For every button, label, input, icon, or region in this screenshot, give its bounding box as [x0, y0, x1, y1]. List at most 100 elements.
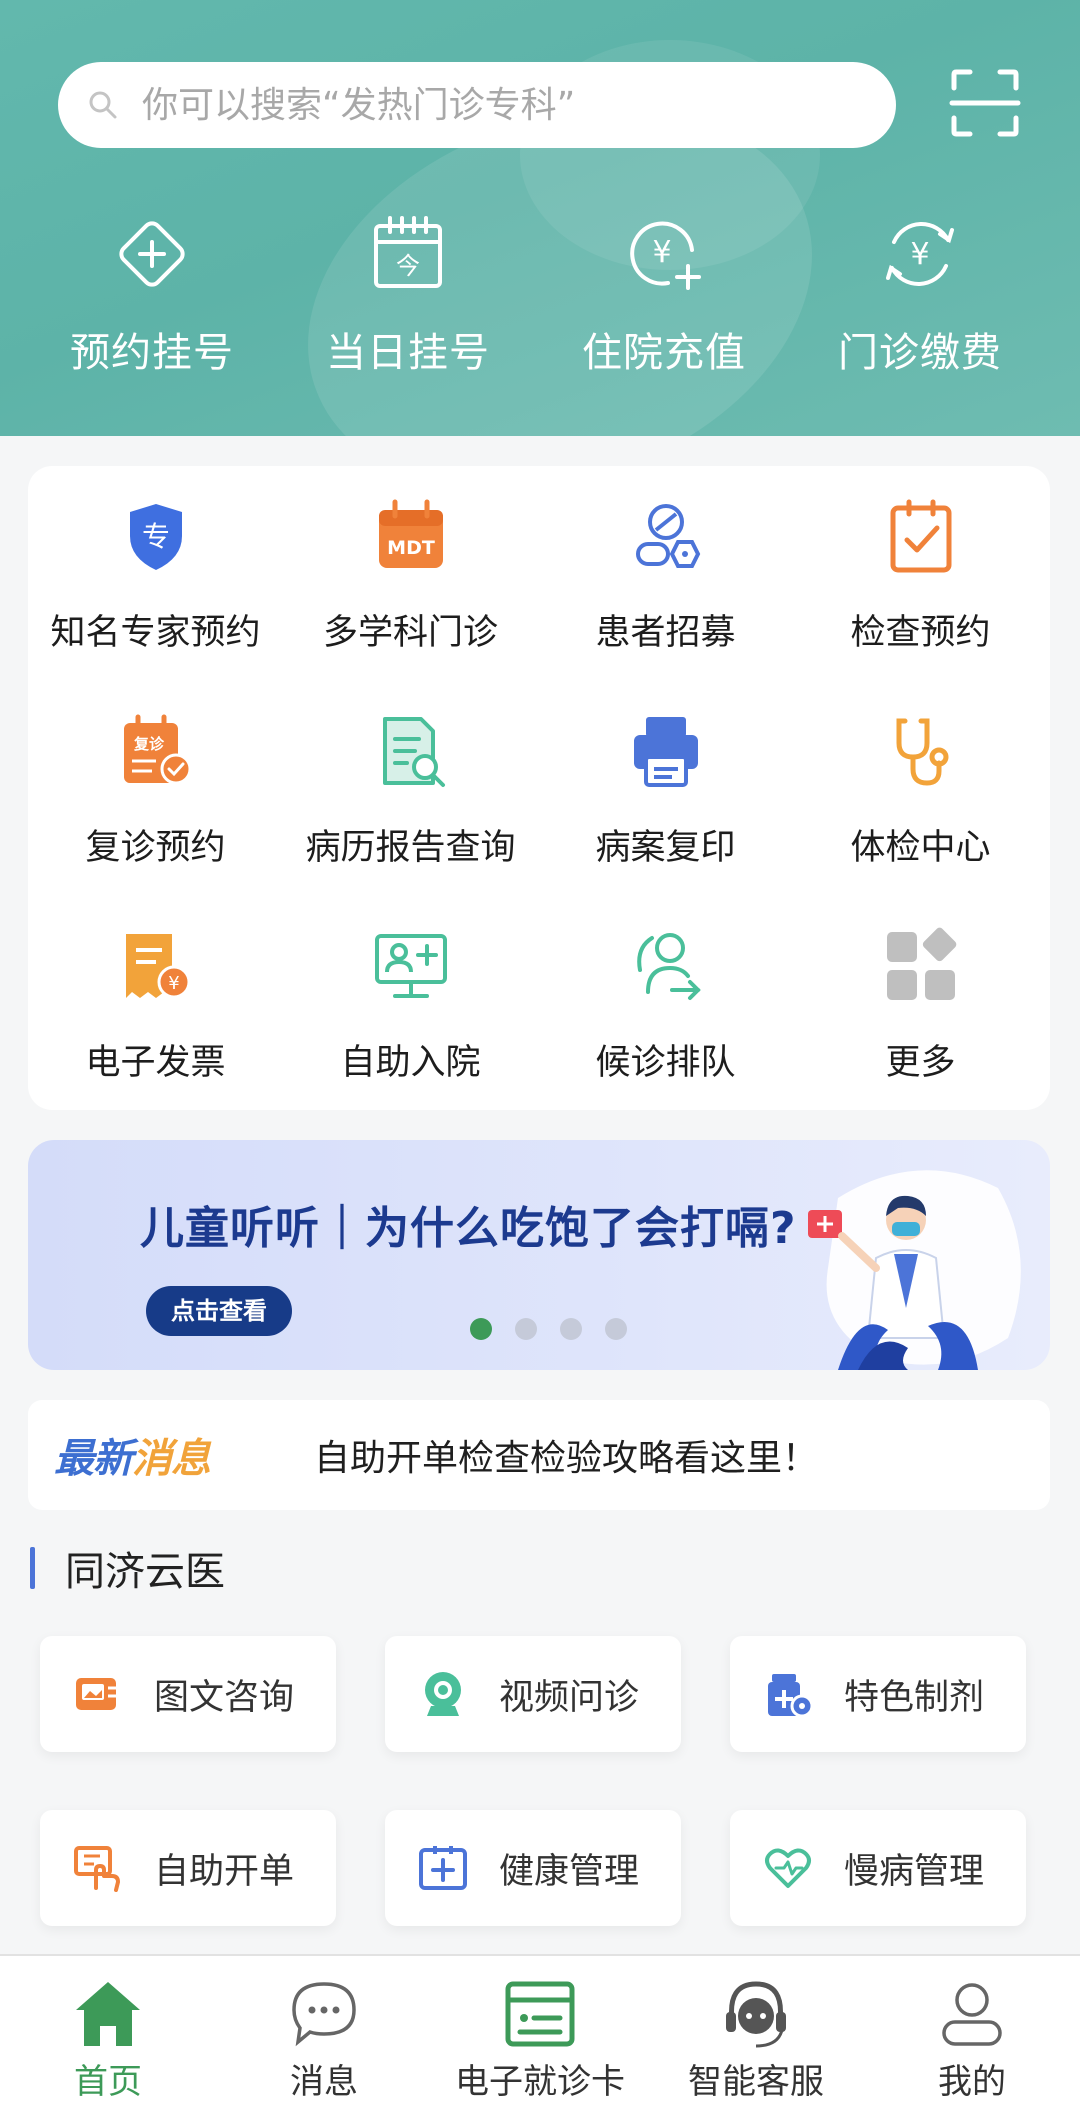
service-label: 检查预约 — [850, 613, 991, 653]
service-report-query[interactable]: 病历报告查询 — [283, 711, 538, 870]
service-self-order[interactable]: 自助开单 — [40, 1810, 336, 1926]
video-camera-icon — [425, 1672, 461, 1716]
news-text[interactable]: 自助开单检查检验攻略看这里！ — [314, 1429, 818, 1481]
plus-diamond-icon — [119, 221, 185, 287]
service-label: 健康管理 — [499, 1851, 640, 1892]
service-video-consult[interactable]: 视频问诊 — [385, 1636, 681, 1752]
banner-dot[interactable] — [605, 1318, 627, 1340]
svg-text:MDT: MDT — [387, 537, 435, 559]
service-label: 视频问诊 — [499, 1677, 640, 1718]
service-label: 知名专家预约 — [50, 613, 261, 653]
tab-label: 智能客服 — [688, 2062, 824, 2102]
yuan-refresh-icon: ¥ — [886, 222, 954, 286]
heart-care-icon — [765, 1848, 811, 1888]
invoice-icon: ¥ — [125, 934, 190, 999]
yuan-plus-icon: ¥ — [630, 221, 701, 290]
svg-text:专: 专 — [141, 520, 169, 553]
quick-action-same-day[interactable]: 今 当日挂号 — [280, 212, 536, 392]
service-chronic-management[interactable]: 慢病管理 — [730, 1810, 1026, 1926]
tab-label: 消息 — [290, 2062, 358, 2102]
quick-action-label: 门诊缴费 — [838, 330, 1002, 376]
revisit-calendar-icon: 复诊 — [123, 714, 191, 785]
tab-messages[interactable]: 消息 — [216, 1956, 432, 2120]
queue-person-icon — [636, 933, 701, 1000]
report-search-icon — [382, 717, 445, 787]
banner-view-button[interactable]: 点击查看 — [146, 1286, 292, 1336]
search-input[interactable] — [142, 84, 842, 126]
header: 预约挂号 今 当日挂号 ¥ 住院充值 — [0, 0, 1080, 436]
banner-pagination — [470, 1318, 627, 1340]
message-icon — [292, 1982, 356, 2047]
search-bar[interactable] — [58, 62, 896, 148]
expert-shield-icon: 专 — [129, 504, 182, 570]
quick-action-appointment[interactable]: 预约挂号 — [24, 212, 280, 392]
service-label: 慢病管理 — [844, 1851, 985, 1892]
news-ticker[interactable]: 最新消息 自助开单检查检验攻略看这里！ — [28, 1400, 1050, 1510]
service-patient-recruit[interactable]: 患者招募 — [538, 496, 793, 655]
news-tag: 最新消息 — [54, 1426, 284, 1484]
mdt-calendar-icon: MDT — [378, 499, 443, 568]
service-checkup-center[interactable]: 体检中心 — [793, 711, 1048, 870]
banner-title: 儿童听听｜为什么吃饱了会打嗝? — [140, 1203, 797, 1254]
doctor-illustration — [808, 1170, 1021, 1370]
tab-e-card[interactable]: 电子就诊卡 — [432, 1956, 648, 2120]
quick-action-inpatient-recharge[interactable]: ¥ 住院充值 — [536, 212, 792, 392]
more-grid-icon — [886, 927, 956, 1000]
quick-action-label: 预约挂号 — [70, 330, 234, 376]
service-label: 图文咨询 — [154, 1677, 295, 1718]
service-exam-appointment[interactable]: 检查预约 — [793, 496, 1048, 655]
pill-recruit-icon — [635, 504, 700, 568]
section-header: 同济云医 — [30, 1546, 225, 1595]
printer-icon — [633, 717, 698, 787]
svg-text:¥: ¥ — [910, 237, 929, 272]
scan-icon[interactable] — [948, 66, 1022, 140]
svg-text:今: 今 — [396, 252, 420, 280]
service-more[interactable]: 更多 — [793, 926, 1048, 1085]
service-label: 病案复印 — [595, 828, 736, 868]
monitor-admission-icon — [374, 934, 447, 998]
service-label: 电子发票 — [85, 1043, 226, 1083]
service-label: 更多 — [885, 1043, 956, 1083]
svg-text:复诊: 复诊 — [132, 735, 164, 753]
service-waiting-queue[interactable]: 候诊排队 — [538, 926, 793, 1085]
service-record-copy[interactable]: 病案复印 — [538, 711, 793, 870]
stethoscope-icon — [896, 718, 948, 786]
promo-banner[interactable]: 儿童听听｜为什么吃饱了会打嗝? 点击查看 — [28, 1140, 1050, 1370]
service-health-management[interactable]: 健康管理 — [385, 1810, 681, 1926]
check-clipboard-icon — [890, 499, 951, 573]
service-self-admission[interactable]: 自助入院 — [283, 926, 538, 1085]
service-special-preparation[interactable]: 特色制剂 — [730, 1636, 1026, 1752]
banner-dot[interactable] — [515, 1318, 537, 1340]
service-label: 自助开单 — [154, 1851, 295, 1892]
search-icon — [89, 91, 117, 119]
news-tag-message: 消息 — [132, 1436, 211, 1482]
image-chat-icon — [76, 1678, 116, 1710]
service-label: 多学科门诊 — [322, 613, 498, 653]
user-icon — [942, 1983, 1002, 2046]
tab-home[interactable]: 首页 — [0, 1956, 216, 2120]
service-image-consult[interactable]: 图文咨询 — [40, 1636, 336, 1752]
service-expert-appointment[interactable]: 专 知名专家预约 — [28, 496, 283, 655]
banner-dot[interactable] — [470, 1318, 492, 1340]
home-icon — [76, 1982, 140, 2046]
section-accent-bar — [30, 1547, 35, 1589]
service-label: 体检中心 — [850, 828, 991, 868]
tab-label: 我的 — [938, 2062, 1006, 2102]
tab-customer-service[interactable]: 智能客服 — [648, 1956, 864, 2120]
bottom-tab-bar: 首页 消息 电子就诊卡 智能客服 我的 — [0, 1954, 1080, 2120]
tab-profile[interactable]: 我的 — [864, 1956, 1080, 2120]
service-label: 患者招募 — [595, 613, 736, 653]
tab-label: 电子就诊卡 — [455, 2062, 625, 2102]
service-mdt[interactable]: MDT 多学科门诊 — [283, 496, 538, 655]
service-grid: 专 知名专家预约 MDT 多学科门诊 患者招募 检查预约 复诊 复诊预约 病历报… — [28, 466, 1050, 1110]
service-revisit[interactable]: 复诊 复诊预约 — [28, 711, 283, 870]
banner-dot[interactable] — [560, 1318, 582, 1340]
health-box-icon — [419, 1846, 467, 1890]
service-e-invoice[interactable]: ¥ 电子发票 — [28, 926, 283, 1085]
service-label: 复诊预约 — [85, 828, 226, 868]
service-label: 特色制剂 — [844, 1677, 985, 1718]
quick-action-label: 住院充值 — [582, 330, 746, 376]
card-icon — [505, 1981, 575, 2047]
quick-action-label: 当日挂号 — [326, 330, 490, 376]
quick-action-outpatient-payment[interactable]: ¥ 门诊缴费 — [792, 212, 1048, 392]
